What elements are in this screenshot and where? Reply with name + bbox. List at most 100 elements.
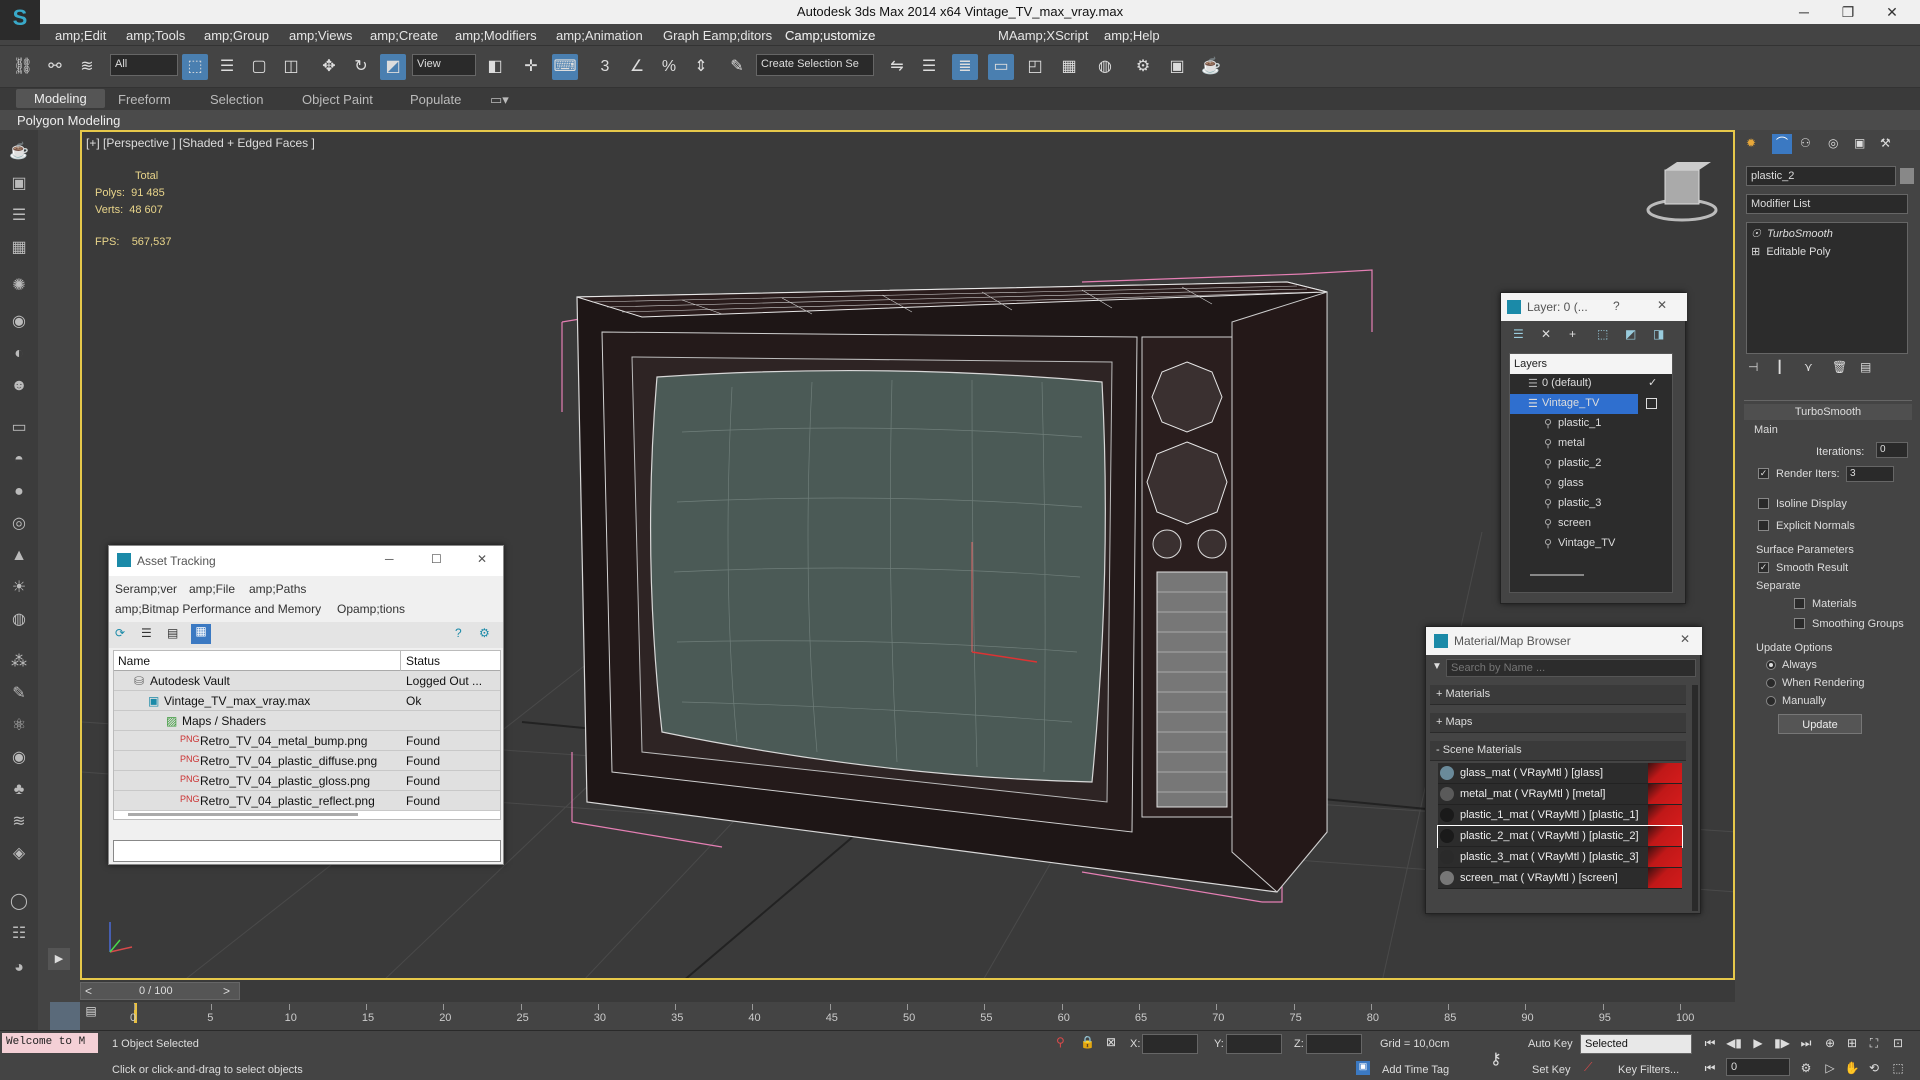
hide-all-icon[interactable]: ◨ <box>1653 327 1664 341</box>
plant-icon[interactable]: ♣ <box>6 778 32 802</box>
schematic-view-icon[interactable]: ▦ <box>1056 54 1082 80</box>
bulb-icon[interactable]: ☉ <box>1751 228 1761 240</box>
menu-paths[interactable]: amp;Paths <box>249 582 306 596</box>
manually-radio[interactable] <box>1766 696 1776 706</box>
tab-freeform[interactable]: Freeform <box>118 92 171 107</box>
sun-icon[interactable]: ☀ <box>6 576 32 600</box>
zoom-extents-all-icon[interactable]: ⊡ <box>1888 1034 1908 1052</box>
globe-icon[interactable]: ◉ <box>6 746 32 770</box>
layer-dialog-titlebar[interactable]: Layer: 0 (... ? ✕ <box>1501 293 1687 321</box>
add-layer-icon[interactable]: + <box>1569 327 1576 341</box>
menu-options[interactable]: Opamp;tions <box>337 602 405 616</box>
render-iters-spinner[interactable]: 3 <box>1846 466 1894 482</box>
help-icon[interactable]: ? <box>455 626 462 640</box>
add-time-tag[interactable]: Add Time Tag <box>1382 1064 1449 1076</box>
iterations-spinner[interactable]: 0 <box>1876 442 1908 458</box>
scale-icon[interactable]: ◩ <box>380 54 406 80</box>
current-frame-field[interactable]: 0 <box>1726 1058 1790 1076</box>
helper-icon[interactable]: ◐ <box>6 342 32 366</box>
layer-item[interactable]: ☰ Vintage_TV <box>1510 394 1638 414</box>
asset-tracking-titlebar[interactable]: Asset Tracking ─ ☐ ✕ <box>109 546 503 576</box>
layer-item[interactable]: ⚲ metal <box>1510 434 1638 454</box>
column-status[interactable]: Status <box>406 654 440 668</box>
hierarchy-tab-icon[interactable]: ⚇ <box>1800 136 1811 150</box>
menu-modifiers[interactable]: amp;Modifiers <box>455 28 537 43</box>
table-row[interactable]: ▨ Maps / Shaders <box>114 711 500 731</box>
link-icon[interactable]: ⛓ <box>10 54 36 80</box>
render-frame-icon[interactable]: ▣ <box>6 172 32 196</box>
make-unique-icon[interactable]: ⋎ <box>1804 360 1813 374</box>
key-mode-toggle-icon[interactable]: ⏮ <box>1700 1059 1720 1077</box>
orbit-icon[interactable]: ⟲ <box>1864 1059 1884 1077</box>
track-bar[interactable]: ▤ 0 5 10 15 20 25 30 35 40 45 50 55 60 65 70 75 80 85 90 95… <box>50 1002 1920 1030</box>
column-name[interactable]: Name <box>118 654 150 668</box>
table-row[interactable]: PNG Retro_TV_04_plastic_diffuse.png Foun… <box>114 751 500 771</box>
menu-group[interactable]: amp;Group <box>204 28 269 43</box>
menu-file[interactable]: amp;File <box>189 582 235 596</box>
render-iters-checkbox[interactable]: ✓ <box>1758 468 1769 479</box>
current-layer-check-icon[interactable]: ✓ <box>1648 376 1657 389</box>
selection-lock-icon[interactable]: 🔒 <box>1080 1035 1095 1049</box>
grid-icon[interactable]: ▦ <box>6 236 32 260</box>
people-icon[interactable]: ☻ <box>6 374 32 398</box>
absolute-mode-icon[interactable]: ⊠ <box>1106 1035 1116 1049</box>
scene-materials-section[interactable]: - Scene Materials <box>1430 741 1686 761</box>
maps-section[interactable]: + Maps <box>1430 713 1686 733</box>
layer-item[interactable]: ⚲ Vintage_TV <box>1510 534 1638 554</box>
object-name-field[interactable]: plastic_2 <box>1746 166 1896 186</box>
motion-tab-icon[interactable]: ◎ <box>1828 136 1838 150</box>
menu-help[interactable]: amp;Help <box>1104 28 1160 43</box>
rectangular-selection-icon[interactable]: ▢ <box>246 54 272 80</box>
isolate-selection-icon[interactable]: ⚲ <box>1056 1035 1065 1049</box>
maxscript-listener[interactable]: Welcome to M <box>2 1033 98 1053</box>
table-row[interactable]: PNG Retro_TV_04_metal_bump.png Found <box>114 731 500 751</box>
geosphere-icon[interactable]: ◍ <box>6 608 32 632</box>
modifier-list-dropdown[interactable]: Modifier List <box>1746 194 1908 214</box>
table-row[interactable]: PNG Retro_TV_04_plastic_gloss.png Found <box>114 771 500 791</box>
z-coordinate-field[interactable] <box>1306 1034 1362 1054</box>
sphere-icon[interactable]: ● <box>6 480 32 504</box>
previous-frame-icon[interactable]: ◀▮ <box>1724 1034 1744 1052</box>
object-color-swatch[interactable] <box>1900 168 1914 184</box>
reference-coord-dropdown[interactable]: View <box>412 54 476 76</box>
hair-icon[interactable]: ≋ <box>6 810 32 834</box>
maximize-icon[interactable]: ☐ <box>431 552 442 566</box>
layer-item[interactable]: ☰ 0 (default) ✓ <box>1510 374 1657 394</box>
cone-icon[interactable]: ▲ <box>6 544 32 568</box>
modifier-stack-item[interactable]: ⊞ Editable Poly <box>1751 245 1831 258</box>
rock-icon[interactable]: ◈ <box>6 842 32 866</box>
when-rendering-radio[interactable] <box>1766 678 1776 688</box>
update-button[interactable]: Update <box>1778 714 1862 734</box>
auto-key-button[interactable]: Auto Key <box>1528 1038 1573 1050</box>
menu-tools[interactable]: amp;Tools <box>126 28 185 43</box>
key-mode-dropdown[interactable]: Selected <box>1580 1034 1692 1054</box>
tab-selection[interactable]: Selection <box>210 92 263 107</box>
zoom-extents-icon[interactable]: ⛶ <box>1864 1034 1884 1052</box>
x-coordinate-field[interactable] <box>1142 1034 1198 1054</box>
layer-help-button[interactable]: ? <box>1613 299 1620 313</box>
material-item[interactable]: plastic_1_mat ( VRayMtl ) [plastic_1] <box>1438 805 1682 826</box>
remove-modifier-icon[interactable]: 🗑 <box>1832 360 1847 374</box>
isoline-display-checkbox[interactable] <box>1758 498 1769 509</box>
time-slider[interactable]: < 0 / 100 > <box>80 980 1735 1002</box>
create-tab-icon[interactable]: ✹ <box>1746 136 1756 150</box>
table-row[interactable]: ▣ Vintage_TV_max_vray.max Ok <box>114 691 500 711</box>
vintage-tv-model[interactable] <box>576 281 1328 893</box>
smoothing-groups-checkbox[interactable] <box>1794 618 1805 629</box>
render-setup-icon[interactable]: ⚙ <box>1130 54 1156 80</box>
unlink-icon[interactable]: ⚯ <box>42 54 68 80</box>
show-end-result-icon[interactable]: ┃ <box>1776 360 1783 374</box>
make-current-checkbox[interactable] <box>1646 398 1657 409</box>
close-icon[interactable]: ✕ <box>1680 632 1690 646</box>
spinner-snap-icon[interactable]: ⇕ <box>688 54 714 80</box>
material-item[interactable]: screen_mat ( VRayMtl ) [screen] <box>1438 868 1682 889</box>
select-manipulate-icon[interactable]: ✛ <box>518 54 544 80</box>
restore-button[interactable]: ❐ <box>1834 2 1862 22</box>
rotate-icon[interactable]: ↻ <box>348 54 374 80</box>
layer-item[interactable]: ⚲ plastic_2 <box>1510 454 1638 474</box>
close-icon[interactable]: ✕ <box>477 552 487 566</box>
go-to-end-icon[interactable]: ⏭ <box>1796 1034 1816 1052</box>
table-row[interactable]: ⛁ Autodesk Vault Logged Out ... <box>114 671 500 691</box>
turbosmooth-rollout-title[interactable]: TurboSmooth <box>1744 404 1912 420</box>
table-row[interactable]: PNG Retro_TV_04_plastic_reflect.png Foun… <box>114 791 500 811</box>
